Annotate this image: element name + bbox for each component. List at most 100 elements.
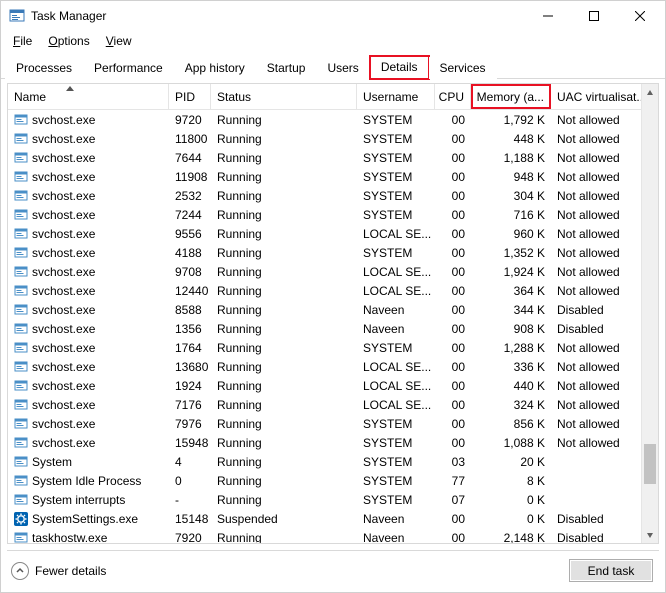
cell-memory: 1,188 K — [471, 151, 551, 165]
table-row[interactable]: svchost.exe15948RunningSYSTEM001,088 KNo… — [8, 433, 658, 452]
table-row[interactable]: svchost.exe9720RunningSYSTEM001,792 KNot… — [8, 110, 658, 129]
table-row[interactable]: svchost.exe12440RunningLOCAL SE...00364 … — [8, 281, 658, 300]
cell-name: svchost.exe — [8, 284, 169, 298]
cell-username: SYSTEM — [357, 493, 435, 507]
cell-pid: 8588 — [169, 303, 211, 317]
cell-pid: 15148 — [169, 512, 211, 526]
table-row[interactable]: svchost.exe9708RunningLOCAL SE...001,924… — [8, 262, 658, 281]
process-icon — [14, 512, 28, 526]
table-row[interactable]: svchost.exe1924RunningLOCAL SE...00440 K… — [8, 376, 658, 395]
cell-name: SystemSettings.exe — [8, 512, 169, 526]
table-row[interactable]: SystemSettings.exe15148SuspendedNaveen00… — [8, 509, 658, 528]
maximize-button[interactable] — [571, 1, 617, 31]
cell-uac: Not allowed — [551, 379, 643, 393]
cell-pid: 9708 — [169, 265, 211, 279]
menu-options[interactable]: Options — [40, 32, 97, 50]
cell-name: svchost.exe — [8, 322, 169, 336]
cell-cpu: 00 — [435, 132, 471, 146]
table-row[interactable]: taskhostw.exe7920RunningNaveen002,148 KD… — [8, 528, 658, 543]
table-row[interactable]: svchost.exe9556RunningLOCAL SE...00960 K… — [8, 224, 658, 243]
minimize-button[interactable] — [525, 1, 571, 31]
table-row[interactable]: svchost.exe1764RunningSYSTEM001,288 KNot… — [8, 338, 658, 357]
table-row[interactable]: svchost.exe11800RunningSYSTEM00448 KNot … — [8, 129, 658, 148]
cell-cpu: 00 — [435, 113, 471, 127]
process-icon — [14, 246, 28, 260]
cell-status: Running — [211, 417, 357, 431]
end-task-button[interactable]: End task — [569, 559, 653, 582]
process-icon — [14, 531, 28, 544]
tab-app-history[interactable]: App history — [174, 57, 256, 79]
process-name: svchost.exe — [32, 113, 95, 127]
cell-cpu: 07 — [435, 493, 471, 507]
cell-cpu: 00 — [435, 436, 471, 450]
cell-uac: Disabled — [551, 512, 643, 526]
tab-users[interactable]: Users — [316, 57, 369, 79]
table-row[interactable]: svchost.exe7644RunningSYSTEM001,188 KNot… — [8, 148, 658, 167]
cell-status: Running — [211, 341, 357, 355]
cell-status: Running — [211, 531, 357, 544]
tab-startup[interactable]: Startup — [256, 57, 317, 79]
cell-uac: Not allowed — [551, 360, 643, 374]
vertical-scrollbar[interactable] — [641, 84, 658, 543]
cell-memory: 304 K — [471, 189, 551, 203]
cell-pid: 9556 — [169, 227, 211, 241]
tab-services[interactable]: Services — [429, 57, 497, 79]
process-icon — [14, 189, 28, 203]
table-row[interactable]: svchost.exe7244RunningSYSTEM00716 KNot a… — [8, 205, 658, 224]
table-row[interactable]: svchost.exe1356RunningNaveen00908 KDisab… — [8, 319, 658, 338]
cell-name: svchost.exe — [8, 265, 169, 279]
table-row[interactable]: System interrupts-RunningSYSTEM070 K — [8, 490, 658, 509]
tab-processes[interactable]: Processes — [5, 57, 83, 79]
table-row[interactable]: svchost.exe2532RunningSYSTEM00304 KNot a… — [8, 186, 658, 205]
process-icon — [14, 322, 28, 336]
cell-uac: Not allowed — [551, 265, 643, 279]
col-header-memory[interactable]: Memory (a... — [471, 84, 551, 109]
menu-file[interactable]: File — [5, 32, 40, 50]
cell-memory: 1,352 K — [471, 246, 551, 260]
cell-pid: 7176 — [169, 398, 211, 412]
cell-name: svchost.exe — [8, 303, 169, 317]
cell-status: Running — [211, 151, 357, 165]
close-button[interactable] — [617, 1, 663, 31]
cell-status: Running — [211, 284, 357, 298]
fewer-details-button[interactable]: Fewer details — [11, 562, 106, 580]
table-row[interactable]: svchost.exe8588RunningNaveen00344 KDisab… — [8, 300, 658, 319]
process-icon — [14, 379, 28, 393]
col-header-status[interactable]: Status — [211, 84, 357, 109]
col-header-username[interactable]: Username — [357, 84, 435, 109]
cell-username: Naveen — [357, 303, 435, 317]
table-row[interactable]: System4RunningSYSTEM0320 K — [8, 452, 658, 471]
cell-cpu: 03 — [435, 455, 471, 469]
cell-memory: 0 K — [471, 493, 551, 507]
cell-uac: Not allowed — [551, 398, 643, 412]
tab-performance[interactable]: Performance — [83, 57, 174, 79]
scroll-up-icon[interactable] — [642, 84, 658, 101]
cell-cpu: 00 — [435, 322, 471, 336]
cell-name: svchost.exe — [8, 360, 169, 374]
process-name: svchost.exe — [32, 341, 95, 355]
table-row[interactable]: svchost.exe4188RunningSYSTEM001,352 KNot… — [8, 243, 658, 262]
col-header-name[interactable]: Name — [8, 84, 169, 109]
cell-uac: Not allowed — [551, 341, 643, 355]
col-header-cpu[interactable]: CPU — [435, 84, 471, 109]
table-row[interactable]: svchost.exe11908RunningSYSTEM00948 KNot … — [8, 167, 658, 186]
cell-memory: 440 K — [471, 379, 551, 393]
cell-name: svchost.exe — [8, 132, 169, 146]
tab-details[interactable]: Details — [370, 56, 429, 79]
col-header-uac[interactable]: UAC virtualisat... — [551, 84, 643, 109]
cell-cpu: 00 — [435, 303, 471, 317]
table-row[interactable]: System Idle Process0RunningSYSTEM778 K — [8, 471, 658, 490]
scroll-down-icon[interactable] — [642, 526, 658, 543]
process-icon — [14, 341, 28, 355]
table-row[interactable]: svchost.exe7176RunningLOCAL SE...00324 K… — [8, 395, 658, 414]
cell-cpu: 00 — [435, 398, 471, 412]
col-header-pid[interactable]: PID — [169, 84, 211, 109]
cell-status: Running — [211, 227, 357, 241]
table-row[interactable]: svchost.exe13680RunningLOCAL SE...00336 … — [8, 357, 658, 376]
table-row[interactable]: svchost.exe7976RunningSYSTEM00856 KNot a… — [8, 414, 658, 433]
process-icon — [14, 455, 28, 469]
process-icon — [14, 132, 28, 146]
process-icon — [14, 284, 28, 298]
menu-view[interactable]: View — [98, 32, 140, 50]
scrollbar-thumb[interactable] — [644, 444, 656, 484]
